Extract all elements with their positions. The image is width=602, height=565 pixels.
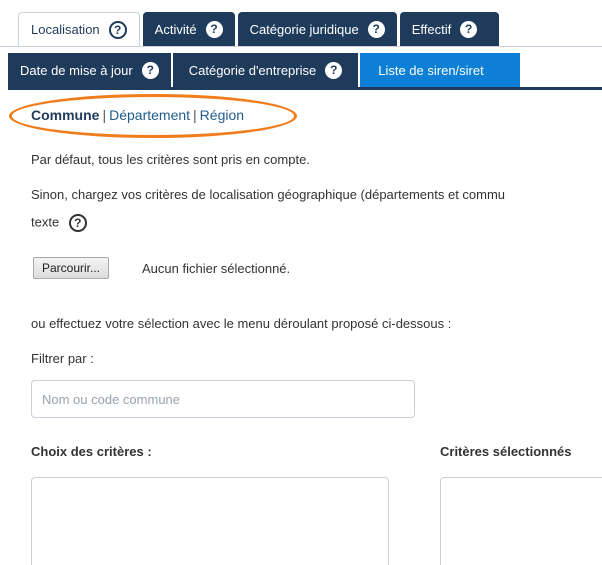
tab-liste-siren-siret[interactable]: Liste de siren/siret (360, 53, 521, 87)
help-icon[interactable]: ? (460, 20, 478, 38)
commune-filter-input[interactable] (31, 380, 415, 418)
breadcrumb-subnav: Commune | Département | Région (31, 107, 244, 123)
help-icon[interactable]: ? (367, 20, 385, 38)
load-instructions-cont: texte ? (31, 214, 87, 232)
tab-label: Liste de siren/siret (378, 62, 484, 78)
tab-row-secondary: Date de mise à jour ? Catégorie d'entrep… (8, 53, 523, 87)
tab-date-mise-a-jour[interactable]: Date de mise à jour ? (8, 53, 171, 87)
tab-label: Date de mise à jour (20, 62, 133, 78)
tab-label: Catégorie d'entreprise (188, 62, 317, 78)
default-note: Par défaut, tous les critères sont pris … (31, 152, 310, 167)
subnav-departement[interactable]: Département (109, 107, 190, 123)
tab-localisation[interactable]: Localisation ? (18, 12, 140, 46)
tab-label: Catégorie juridique (249, 21, 359, 37)
help-icon[interactable]: ? (68, 214, 87, 232)
tab-categorie-entreprise[interactable]: Catégorie d'entreprise ? (172, 53, 359, 87)
file-status: Aucun fichier sélectionné. (142, 261, 291, 276)
tab-effectif[interactable]: Effectif ? (399, 12, 500, 46)
help-icon[interactable]: ? (108, 20, 127, 39)
or-select-note: ou effectuez votre sélection avec le men… (31, 316, 452, 331)
selected-criteria-listbox[interactable] (440, 477, 602, 565)
tab-categorie-juridique[interactable]: Catégorie juridique ? (237, 12, 397, 46)
subnav-commune[interactable]: Commune (31, 107, 99, 123)
help-icon[interactable]: ? (205, 20, 223, 38)
browse-button[interactable]: Parcourir... (33, 257, 110, 279)
tab-row-secondary-bar (8, 87, 602, 90)
subnav-separator: | (193, 107, 197, 123)
tab-label: Localisation (31, 22, 100, 37)
filter-label: Filtrer par : (31, 351, 94, 366)
tab-activite[interactable]: Activité ? (142, 12, 235, 46)
tab-row-primary: Localisation ? Activité ? Catégorie juri… (18, 12, 502, 46)
choices-label: Choix des critères : (31, 444, 152, 459)
choices-listbox[interactable] (31, 477, 389, 565)
subnav-separator: | (102, 107, 107, 123)
tab-label: Activité (154, 21, 197, 37)
subnav-region[interactable]: Région (200, 107, 244, 123)
load-instructions-text: texte (31, 214, 60, 230)
tab-label: Effectif (411, 21, 452, 37)
load-instructions: Sinon, chargez vos critères de localisat… (31, 187, 506, 202)
tab-divider (0, 46, 602, 47)
selected-criteria-label: Critères sélectionnés (440, 444, 572, 459)
help-icon[interactable]: ? (325, 61, 343, 79)
help-icon[interactable]: ? (141, 61, 159, 79)
